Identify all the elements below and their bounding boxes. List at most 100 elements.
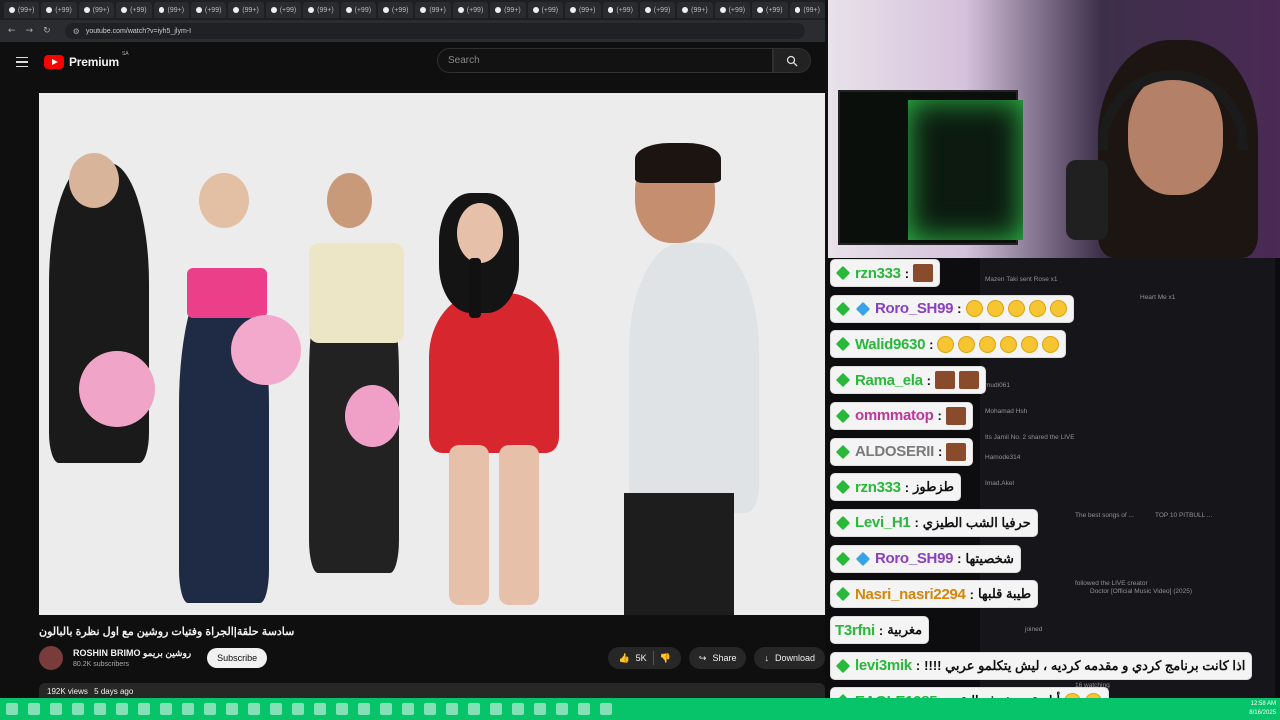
edge-icon[interactable] xyxy=(94,703,106,715)
menu-icon[interactable] xyxy=(16,56,28,68)
task-view-icon[interactable] xyxy=(50,703,62,715)
browser-tab[interactable]: (99+) xyxy=(153,2,190,18)
gift-badge-icon xyxy=(835,480,851,495)
chat-separator: : xyxy=(904,479,910,495)
browser-tab[interactable]: (99+) xyxy=(4,2,40,18)
app-icon[interactable] xyxy=(358,703,370,715)
live-chat-overlay: Mazen Taki sent Rose x1 Heart Me x1 mudi06… xyxy=(825,258,1280,698)
chat-username[interactable]: Levi_H1 xyxy=(855,514,911,531)
download-button[interactable]: ↓ Download xyxy=(754,647,825,669)
laughing-emoji-icon xyxy=(937,335,955,353)
chat-username[interactable]: T3rfni xyxy=(835,622,875,639)
browser-tab[interactable]: (+99) xyxy=(41,2,77,18)
chat-message: rzn333: xyxy=(831,260,940,286)
app-icon[interactable] xyxy=(468,703,480,715)
app-icon[interactable] xyxy=(226,703,238,715)
browser-tab[interactable]: (+99) xyxy=(752,2,788,18)
like-count[interactable]: 5K xyxy=(636,653,647,663)
app-icon[interactable] xyxy=(314,703,326,715)
app-icon[interactable] xyxy=(160,703,172,715)
dislike-icon[interactable]: 👎 xyxy=(660,653,671,664)
tiktok-feed-line: Heart Me x1 xyxy=(1140,294,1176,301)
browser-tab[interactable]: (99+) xyxy=(789,2,825,18)
browser-tab[interactable]: (+99) xyxy=(639,2,676,18)
tiktok-favicon-icon xyxy=(270,7,277,13)
person-5 xyxy=(629,243,759,513)
search-icon[interactable] xyxy=(28,703,40,715)
chat-message: ommmatop: xyxy=(831,402,972,429)
url-field[interactable]: ⚙ youtube.com/watch?v=iyh5_jlym-I xyxy=(64,23,805,39)
app-icon[interactable] xyxy=(490,703,502,715)
search-button[interactable] xyxy=(773,48,811,73)
app-icon[interactable] xyxy=(446,703,458,715)
app-icon[interactable] xyxy=(380,703,392,715)
chat-username[interactable]: Rama_ela xyxy=(855,372,923,389)
browser-tab[interactable]: (+99) xyxy=(265,2,302,18)
app-icon[interactable] xyxy=(138,703,150,715)
browser-tab[interactable]: (99+) xyxy=(677,2,713,18)
browser-tab[interactable]: (99+) xyxy=(303,2,339,18)
chrome-icon[interactable] xyxy=(116,703,128,715)
app-icon[interactable] xyxy=(578,703,590,715)
chat-username[interactable]: ALDOSERII xyxy=(855,443,934,460)
file-explorer-icon[interactable] xyxy=(72,703,84,715)
tiktok-feed-line: Doctor [Official Music Video] (2025) xyxy=(1090,588,1192,595)
app-icon[interactable] xyxy=(204,703,216,715)
chat-username[interactable]: Nasri_nasri2294 xyxy=(855,586,966,603)
channel-avatar[interactable] xyxy=(39,646,63,670)
browser-tab[interactable]: (+99) xyxy=(378,2,414,18)
subscribe-button[interactable]: Subscribe xyxy=(207,648,268,668)
windows-start-icon[interactable] xyxy=(6,703,18,715)
browser-tab[interactable]: (+99) xyxy=(602,2,638,18)
browser-tab[interactable]: (99+) xyxy=(228,2,264,18)
tiktok-feed-line: The best songs of ... xyxy=(1075,512,1134,519)
app-icon[interactable] xyxy=(600,703,612,715)
share-button[interactable]: ↪ Share xyxy=(688,647,747,669)
chat-username[interactable]: ommmatop xyxy=(855,407,934,424)
microphone xyxy=(1066,160,1108,240)
view-count: 192K views xyxy=(47,687,88,696)
browser-tab[interactable]: (+99) xyxy=(340,2,377,18)
chat-username[interactable]: Walid9630 xyxy=(855,336,925,353)
channel-name[interactable]: ROSHIN BRIMO روشين بريمو xyxy=(73,648,191,659)
app-icon[interactable] xyxy=(534,703,546,715)
browser-tab[interactable]: (+99) xyxy=(452,2,489,18)
browser-tab[interactable]: (+99) xyxy=(714,2,751,18)
reload-icon[interactable]: ↻ xyxy=(43,26,51,36)
app-icon[interactable] xyxy=(292,703,304,715)
chat-separator: : xyxy=(937,408,942,424)
browser-tab[interactable]: (99+) xyxy=(490,2,526,18)
subscriber-badge-icon xyxy=(855,551,871,566)
chat-username[interactable]: rzn333 xyxy=(855,479,901,496)
person-2-head xyxy=(199,173,249,228)
browser-tab[interactable]: (+99) xyxy=(527,2,564,18)
app-icon[interactable] xyxy=(556,703,568,715)
like-icon[interactable]: 👍 xyxy=(618,653,629,664)
search-input[interactable]: Search xyxy=(437,48,773,73)
app-icon[interactable] xyxy=(424,703,436,715)
site-info-icon[interactable]: ⚙ xyxy=(73,27,80,36)
app-icon[interactable] xyxy=(336,703,348,715)
browser-tab[interactable]: (+99) xyxy=(116,2,152,18)
app-icon[interactable] xyxy=(402,703,414,715)
share-icon: ↪ xyxy=(698,652,707,663)
chat-username[interactable]: rzn333 xyxy=(855,265,901,282)
forward-arrow-icon[interactable]: → xyxy=(26,26,34,36)
app-icon[interactable] xyxy=(182,703,194,715)
app-icon[interactable] xyxy=(248,703,260,715)
chat-username[interactable]: Roro_SH99 xyxy=(875,550,953,567)
back-arrow-icon[interactable]: ← xyxy=(8,26,16,36)
youtube-logo[interactable]: Premium SA xyxy=(44,51,129,69)
browser-tab[interactable]: (99+) xyxy=(415,2,451,18)
chat-username[interactable]: Roro_SH99 xyxy=(875,300,953,317)
video-player[interactable] xyxy=(39,93,825,615)
laughing-emoji-icon xyxy=(1049,300,1067,318)
chat-username[interactable]: levi3mik xyxy=(855,657,912,674)
browser-tab[interactable]: (99+) xyxy=(565,2,601,18)
app-icon[interactable] xyxy=(512,703,524,715)
tiktok-favicon-icon xyxy=(121,7,128,13)
browser-tab[interactable]: (+99) xyxy=(191,2,227,18)
system-clock[interactable]: 12:58 AM 8/16/2025 xyxy=(1249,700,1276,718)
app-icon[interactable] xyxy=(270,703,282,715)
browser-tab[interactable]: (99+) xyxy=(78,2,115,18)
